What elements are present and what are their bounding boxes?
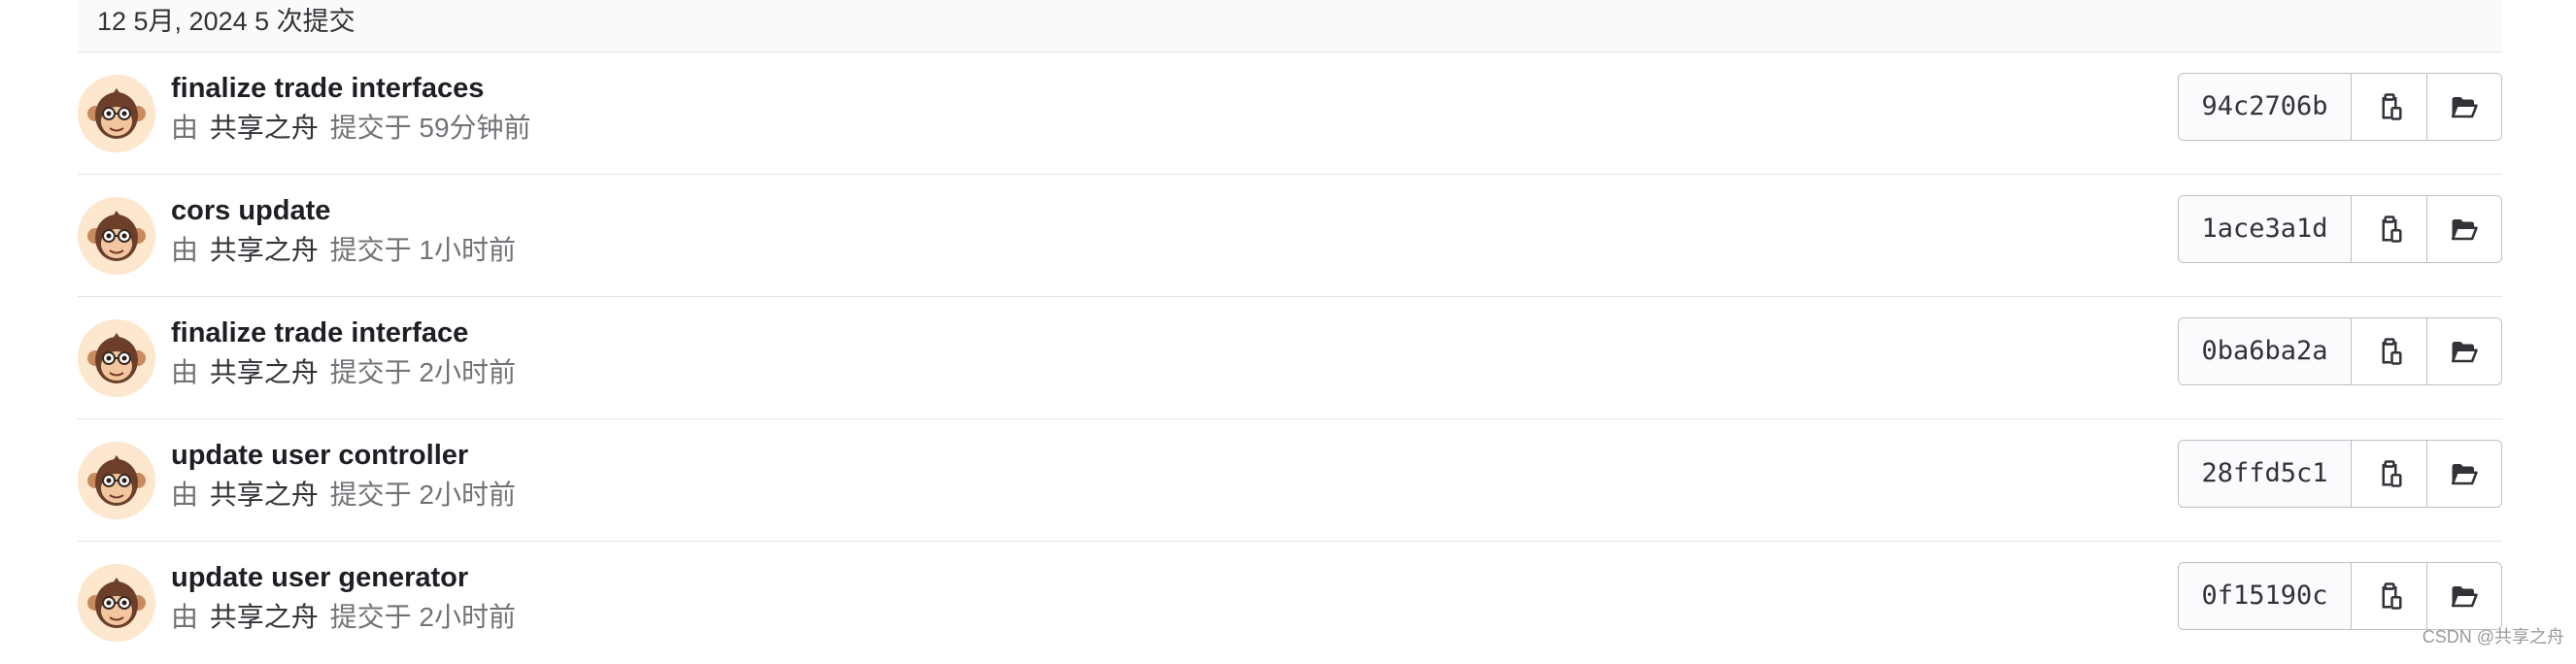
copy-to-clipboard-icon [2382, 338, 2401, 365]
commit-sha-label[interactable]: 0ba6ba2a [2179, 318, 2352, 384]
avatar[interactable] [78, 197, 155, 275]
commit-actions: 0ba6ba2a [2178, 317, 2502, 385]
commit-title-link[interactable]: finalize trade interface [171, 316, 468, 349]
commit-time: 提交于 2小时前 [329, 480, 516, 510]
author-link[interactable]: 共享之舟 [210, 602, 319, 632]
browse-files-button[interactable] [2426, 74, 2501, 140]
author-link[interactable]: 共享之舟 [210, 357, 319, 387]
avatar[interactable] [78, 564, 155, 642]
copy-sha-button[interactable] [2352, 196, 2426, 262]
copy-sha-button[interactable] [2352, 318, 2426, 384]
copy-to-clipboard-icon [2382, 582, 2401, 610]
day-header: 12 5月, 2024 5 次提交 [78, 0, 2502, 52]
avatar[interactable] [78, 75, 155, 152]
commit-meta: 由 共享之舟 提交于 1小时前 [171, 234, 516, 267]
copy-sha-button[interactable] [2352, 74, 2426, 140]
commit-time: 提交于 2小时前 [329, 602, 516, 632]
author-link[interactable]: 共享之舟 [210, 480, 319, 510]
commit-meta: 由 共享之舟 提交于 2小时前 [171, 479, 516, 512]
author-link[interactable]: 共享之舟 [210, 113, 319, 143]
by-label: 由 [171, 602, 199, 632]
monkey-avatar-icon [78, 319, 155, 397]
by-label: 由 [171, 357, 199, 387]
commit-sha-label[interactable]: 1ace3a1d [2179, 196, 2352, 262]
browse-files-button[interactable] [2426, 441, 2501, 507]
browse-files-button[interactable] [2426, 318, 2501, 384]
commit-actions: 28ffd5c1 [2178, 440, 2502, 508]
by-label: 由 [171, 235, 199, 265]
folder-open-icon [2451, 97, 2478, 118]
commit-actions: 94c2706b [2178, 73, 2502, 141]
author-link[interactable]: 共享之舟 [210, 235, 319, 265]
folder-open-icon [2451, 219, 2478, 241]
commit-row: finalize trade interfaces 由 共享之舟 提交于 59分… [78, 52, 2502, 175]
commit-row: finalize trade interface 由 共享之舟 提交于 2小时前… [78, 297, 2502, 419]
commit-actions: 1ace3a1d [2178, 195, 2502, 263]
avatar[interactable] [78, 319, 155, 397]
commit-time: 提交于 59分钟前 [329, 113, 531, 143]
folder-open-icon [2451, 586, 2478, 608]
watermark: CSDN @共享之舟 [2422, 627, 2564, 647]
monkey-avatar-icon [78, 197, 155, 275]
commit-sha-label[interactable]: 28ffd5c1 [2179, 441, 2352, 507]
by-label: 由 [171, 113, 199, 143]
commit-meta: 由 共享之舟 提交于 59分钟前 [171, 112, 531, 145]
commit-row: cors update 由 共享之舟 提交于 1小时前 1ace3a1d [78, 175, 2502, 297]
copy-sha-button[interactable] [2352, 441, 2426, 507]
commit-meta: 由 共享之舟 提交于 2小时前 [171, 601, 516, 634]
commit-title-link[interactable]: cors update [171, 194, 330, 227]
commit-title-link[interactable]: update user generator [171, 561, 468, 594]
by-label: 由 [171, 480, 199, 510]
monkey-avatar-icon [78, 75, 155, 152]
monkey-avatar-icon [78, 442, 155, 519]
commit-meta: 由 共享之舟 提交于 2小时前 [171, 356, 516, 389]
avatar[interactable] [78, 442, 155, 519]
browse-files-button[interactable] [2426, 563, 2501, 629]
folder-open-icon [2451, 464, 2478, 485]
commit-title-link[interactable]: finalize trade interfaces [171, 72, 484, 105]
copy-to-clipboard-icon [2382, 460, 2401, 487]
commit-row: update user generator 由 共享之舟 提交于 2小时前 0f… [78, 542, 2502, 664]
browse-files-button[interactable] [2426, 196, 2501, 262]
commit-sha-label[interactable]: 0f15190c [2179, 563, 2352, 629]
copy-sha-button[interactable] [2352, 563, 2426, 629]
monkey-avatar-icon [78, 564, 155, 642]
commit-list: finalize trade interfaces 由 共享之舟 提交于 59分… [78, 52, 2502, 664]
copy-to-clipboard-icon [2382, 93, 2401, 120]
commit-time: 提交于 2小时前 [329, 357, 516, 387]
folder-open-icon [2451, 342, 2478, 363]
commit-time: 提交于 1小时前 [329, 235, 516, 265]
commit-actions: 0f15190c [2178, 562, 2502, 630]
copy-to-clipboard-icon [2382, 216, 2401, 243]
commit-title-link[interactable]: update user controller [171, 439, 468, 472]
day-header-label: 12 5月, 2024 5 次提交 [97, 7, 356, 36]
commit-sha-label[interactable]: 94c2706b [2179, 74, 2352, 140]
commit-row: update user controller 由 共享之舟 提交于 2小时前 2… [78, 419, 2502, 542]
